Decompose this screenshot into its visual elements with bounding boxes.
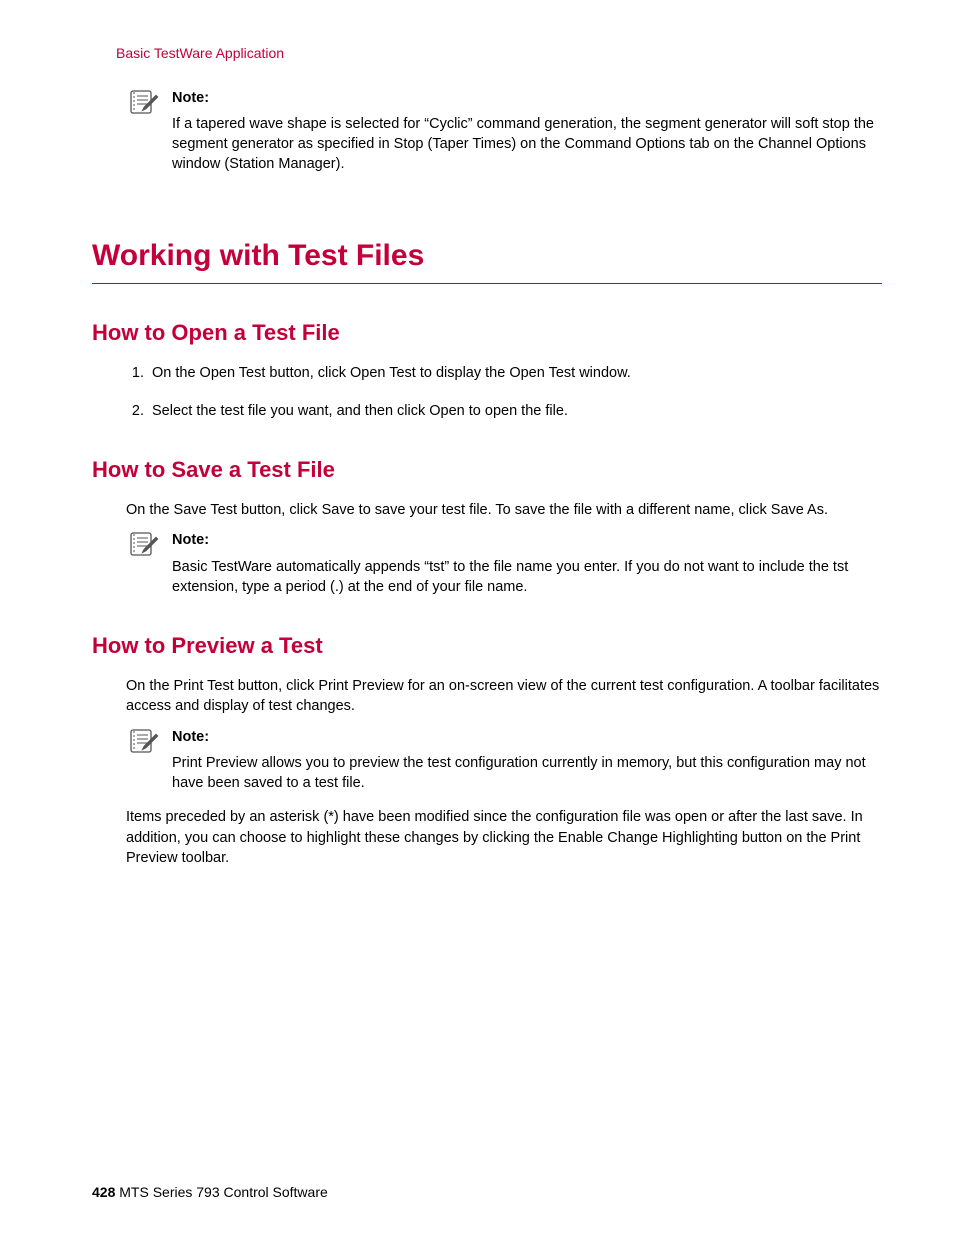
- breadcrumb: Basic TestWare Application: [116, 44, 882, 64]
- page-number: 428: [92, 1184, 115, 1200]
- section-title: Working with Test Files: [92, 235, 882, 284]
- note-content: Note: If a tapered wave shape is selecte…: [172, 88, 882, 175]
- page-footer: 428 MTS Series 793 Control Software: [92, 1183, 328, 1203]
- note-text: If a tapered wave shape is selected for …: [172, 114, 882, 175]
- note-content: Note: Basic TestWare automatically appen…: [172, 530, 882, 597]
- note-label: Note:: [172, 88, 882, 108]
- list-item: On the Open Test button, click Open Test…: [148, 363, 882, 383]
- body-text-preview-after: Items preceded by an asterisk (*) have b…: [126, 807, 882, 868]
- note-icon: [130, 531, 160, 557]
- subsection-open: How to Open a Test File: [92, 318, 882, 349]
- list-item: Select the test file you want, and then …: [148, 401, 882, 421]
- document-page: Basic TestWare Application Note: If a ta…: [0, 0, 954, 1235]
- note-icon: [130, 89, 160, 115]
- body-text-preview-intro: On the Print Test button, click Print Pr…: [126, 676, 882, 717]
- note-content: Note: Print Preview allows you to previe…: [172, 727, 882, 794]
- steps-open: On the Open Test button, click Open Test…: [126, 363, 882, 422]
- note-block-2: Note: Basic TestWare automatically appen…: [130, 530, 882, 597]
- note-icon: [130, 728, 160, 754]
- footer-doc-title: MTS Series 793 Control Software: [115, 1184, 327, 1200]
- subsection-save: How to Save a Test File: [92, 455, 882, 486]
- note-text: Basic TestWare automatically appends “ts…: [172, 557, 882, 598]
- note-label: Note:: [172, 530, 882, 550]
- subsection-preview: How to Preview a Test: [92, 631, 882, 662]
- note-block-1: Note: If a tapered wave shape is selecte…: [130, 88, 882, 175]
- note-label: Note:: [172, 727, 882, 747]
- note-text: Print Preview allows you to preview the …: [172, 753, 882, 794]
- note-block-3: Note: Print Preview allows you to previe…: [130, 727, 882, 794]
- body-text-save-intro: On the Save Test button, click Save to s…: [126, 500, 882, 520]
